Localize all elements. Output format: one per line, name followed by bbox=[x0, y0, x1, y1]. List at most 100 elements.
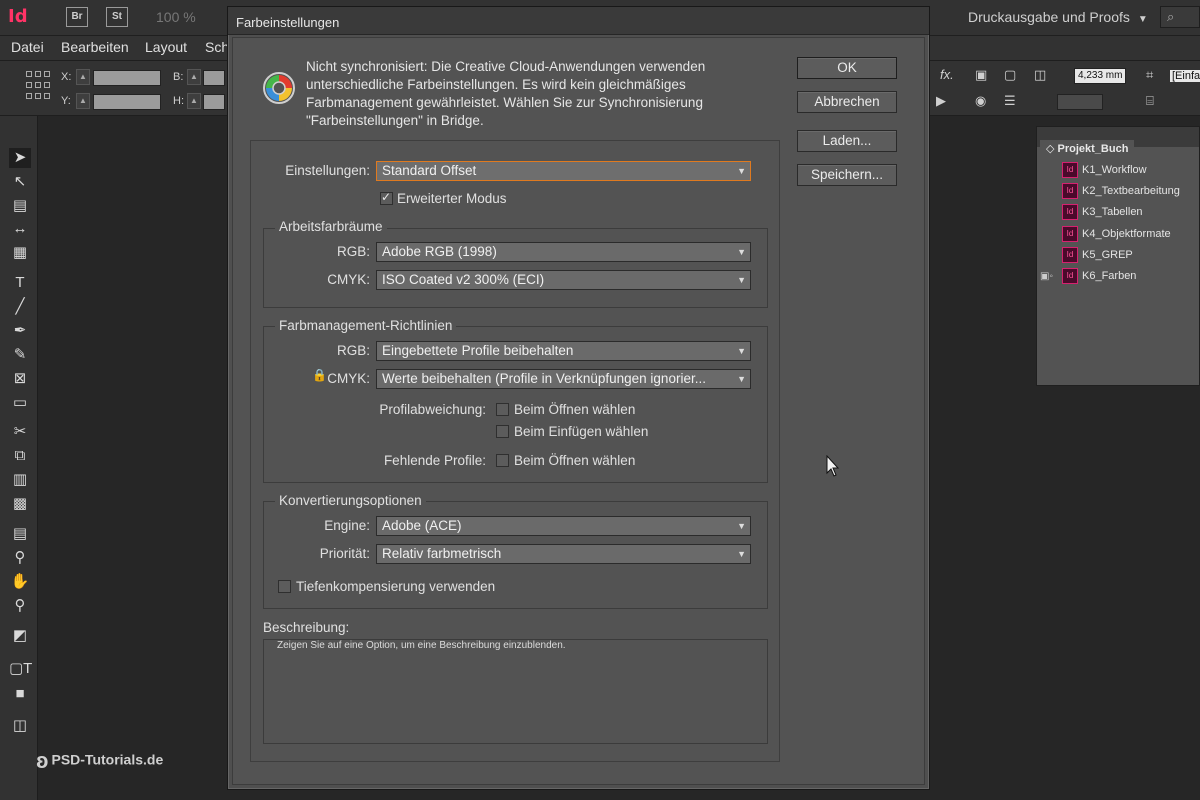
zoom-level[interactable]: 100 % bbox=[156, 9, 196, 25]
chevron-down-icon: ▼ bbox=[737, 374, 746, 384]
frame-fitting-icon[interactable]: ⌗ bbox=[1146, 67, 1153, 83]
object-style-field[interactable]: [Einfa bbox=[1170, 70, 1200, 82]
cmyk-working-value: ISO Coated v2 300% (ECI) bbox=[382, 272, 545, 287]
watermark-text: PSD-Tutorials.de bbox=[51, 751, 164, 768]
scissors-tool-icon[interactable]: ✂ bbox=[9, 422, 31, 442]
rectangle-frame-tool-icon[interactable]: ⊠ bbox=[9, 369, 31, 389]
height-stepper[interactable]: ▲ bbox=[187, 93, 201, 109]
description-box bbox=[263, 639, 768, 744]
mismatch-paste-checkbox[interactable] bbox=[496, 425, 509, 438]
cmyk-working-dropdown[interactable]: ISO Coated v2 300% (ECI) ▼ bbox=[376, 270, 751, 290]
direct-selection-tool-icon[interactable]: ↖ bbox=[9, 172, 31, 192]
formatting-affects-icon[interactable]: ▢T bbox=[9, 659, 32, 679]
indesign-document-icon: Id bbox=[1062, 162, 1078, 178]
effects-icon[interactable]: fx. bbox=[940, 67, 954, 82]
book-chapter-item[interactable]: Id K3_Tabellen bbox=[1062, 204, 1196, 224]
search-icon: ⌕ bbox=[1167, 9, 1175, 24]
book-panel-tab[interactable]: ◇ Projekt_Buch bbox=[1040, 140, 1135, 157]
load-button[interactable]: Laden... bbox=[797, 130, 897, 152]
book-chapter-item[interactable]: Id K6_Farben bbox=[1062, 268, 1196, 288]
profile-mismatch-label: Profilabweichung: bbox=[379, 402, 486, 417]
align-icon[interactable]: ◉ bbox=[975, 93, 986, 109]
rgb-working-dropdown[interactable]: Adobe RGB (1998) ▼ bbox=[376, 242, 751, 262]
bird-logo-icon: ʚ bbox=[36, 748, 49, 773]
black-point-compensation-checkbox[interactable] bbox=[278, 580, 291, 593]
stroke-weight-field[interactable]: 4,233 mm bbox=[1074, 68, 1126, 84]
rgb-policy-dropdown[interactable]: Eingebettete Profile beibehalten ▼ bbox=[376, 341, 751, 361]
book-chapter-item[interactable]: Id K2_Textbearbeitung bbox=[1062, 183, 1196, 203]
intent-value: Relativ farbmetrisch bbox=[382, 546, 502, 561]
search-input[interactable]: ⌕ bbox=[1160, 6, 1200, 28]
menu-bearbeiten[interactable]: Bearbeiten bbox=[61, 39, 129, 55]
indesign-document-icon: Id bbox=[1062, 226, 1078, 242]
free-transform-tool-icon[interactable]: ⧉ bbox=[9, 446, 31, 466]
distribute-icon[interactable]: ☰ bbox=[1004, 93, 1016, 109]
gap-tool-icon[interactable]: ↔ bbox=[9, 219, 31, 239]
cancel-button[interactable]: Abbrechen bbox=[797, 91, 897, 113]
book-chapter-item[interactable]: Id K1_Workflow bbox=[1062, 162, 1196, 182]
arrow-right-icon[interactable]: ▶ bbox=[936, 93, 946, 109]
pencil-tool-icon[interactable]: ✎ bbox=[9, 345, 31, 365]
eyedropper-tool-icon[interactable]: ⚲ bbox=[9, 548, 31, 568]
missing-open-checkbox[interactable] bbox=[496, 454, 509, 467]
settings-dropdown[interactable]: Standard Offset ▼ bbox=[376, 161, 751, 181]
rgb-working-value: Adobe RGB (1998) bbox=[382, 244, 497, 259]
apply-color-icon[interactable]: ■ bbox=[9, 684, 31, 704]
chevron-down-icon: ▼ bbox=[737, 275, 746, 285]
intent-dropdown[interactable]: Relativ farbmetrisch ▼ bbox=[376, 544, 751, 564]
engine-value: Adobe (ACE) bbox=[382, 518, 462, 533]
style-source-icon[interactable]: ▣◦ bbox=[1040, 271, 1053, 282]
mismatch-open-checkbox[interactable] bbox=[496, 403, 509, 416]
x-field[interactable] bbox=[93, 70, 161, 86]
save-button[interactable]: Speichern... bbox=[797, 164, 897, 186]
chapter-name: K2_Textbearbeitung bbox=[1082, 184, 1180, 197]
ok-button[interactable]: OK bbox=[797, 57, 897, 79]
width-stepper[interactable]: ▲ bbox=[187, 69, 201, 85]
screen-mode-icon[interactable]: ◫ bbox=[9, 716, 31, 736]
workspace-switcher[interactable]: Druckausgabe und Proofs ▼ bbox=[968, 9, 1148, 25]
bridge-button[interactable]: Br bbox=[66, 7, 88, 27]
gradient-tool-icon[interactable]: ▥ bbox=[9, 470, 31, 490]
height-field[interactable] bbox=[203, 94, 225, 110]
width-field[interactable] bbox=[203, 70, 225, 86]
line-tool-icon[interactable]: ╱ bbox=[9, 297, 31, 317]
indesign-document-icon: Id bbox=[1062, 268, 1078, 284]
dialog-titlebar[interactable]: Farbeinstellungen bbox=[228, 7, 929, 35]
gradient-feather-tool-icon[interactable]: ▩ bbox=[9, 494, 31, 514]
tools-panel: ➤ ↖ ▤ ↔ ▦ T ╱ ✒ ✎ ⊠ ▭ ✂ ⧉ ▥ ▩ ▤ ⚲ ✋ ⚲ ◩ … bbox=[0, 116, 38, 800]
menu-layout[interactable]: Layout bbox=[145, 39, 187, 55]
advanced-mode-checkbox[interactable] bbox=[380, 190, 393, 205]
book-panel-title: Projekt_Buch bbox=[1057, 143, 1129, 155]
grid-icon[interactable]: ⌸ bbox=[1146, 93, 1154, 109]
wrap-box-icon[interactable]: ▢ bbox=[1004, 67, 1016, 83]
zoom-tool-icon[interactable]: ⚲ bbox=[9, 596, 31, 616]
y-field[interactable] bbox=[93, 94, 161, 110]
page-tool-icon[interactable]: ▤ bbox=[9, 196, 31, 216]
wrap-icon[interactable]: ▣ bbox=[975, 67, 987, 83]
color-policies-legend: Farbmanagement-Richtlinien bbox=[275, 318, 457, 333]
pen-tool-icon[interactable]: ✒ bbox=[9, 321, 31, 341]
height-label: H: bbox=[173, 95, 184, 107]
missing-open-label: Beim Öffnen wählen bbox=[514, 453, 636, 468]
stroke-type-dropdown[interactable] bbox=[1057, 94, 1103, 110]
engine-dropdown[interactable]: Adobe (ACE) ▼ bbox=[376, 516, 751, 536]
note-tool-icon[interactable]: ▤ bbox=[9, 524, 31, 544]
fill-stroke-icon[interactable]: ◩ bbox=[9, 626, 31, 646]
settings-label: Einstellungen: bbox=[285, 163, 370, 178]
y-stepper[interactable]: ▲ bbox=[76, 93, 90, 109]
menu-datei[interactable]: Datei bbox=[11, 39, 44, 55]
hand-tool-icon[interactable]: ✋ bbox=[9, 572, 31, 592]
type-tool-icon[interactable]: T bbox=[9, 273, 31, 293]
stock-button[interactable]: St bbox=[106, 7, 128, 27]
book-chapter-item[interactable]: Id K5_GREP bbox=[1062, 247, 1196, 267]
rgb-working-label: RGB: bbox=[336, 244, 370, 259]
cmyk-policy-dropdown[interactable]: Werte beibehalten (Profile in Verknüpfun… bbox=[376, 369, 751, 389]
content-collector-icon[interactable]: ▦ bbox=[9, 243, 31, 263]
workspace-label: Druckausgabe und Proofs bbox=[968, 9, 1130, 25]
missing-profiles-label: Fehlende Profile: bbox=[383, 453, 486, 468]
book-chapter-item[interactable]: Id K4_Objektformate bbox=[1062, 226, 1196, 246]
x-stepper[interactable]: ▲ bbox=[76, 69, 90, 85]
reference-point-icon[interactable] bbox=[26, 71, 50, 101]
selection-tool-icon[interactable]: ➤ bbox=[9, 148, 31, 168]
rectangle-tool-icon[interactable]: ▭ bbox=[9, 393, 31, 413]
